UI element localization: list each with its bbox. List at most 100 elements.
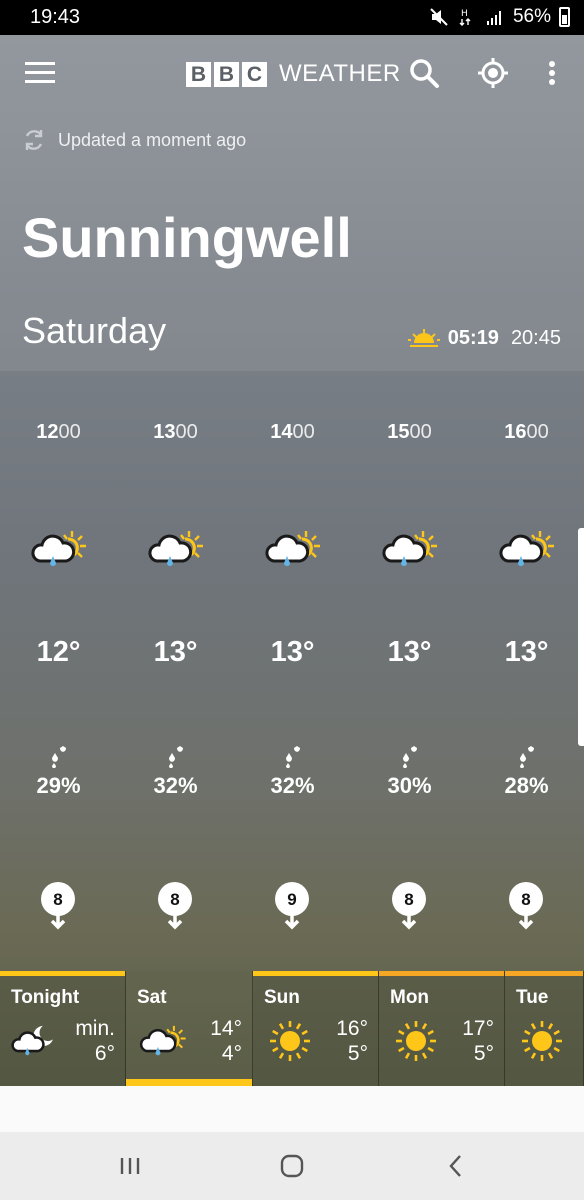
day-high: 14°: [210, 1017, 242, 1040]
day-name: Tonight: [11, 987, 80, 1008]
logo-word: WEATHER: [279, 60, 401, 87]
rain-chance: 30%: [387, 773, 432, 798]
app-bar: B B C WEATHER: [0, 35, 584, 115]
sunset-time: 20:45: [510, 327, 561, 349]
search-icon[interactable]: [406, 55, 442, 91]
content-below: [0, 1086, 584, 1132]
wind-speed: 8: [521, 890, 530, 909]
system-nav-bar: [0, 1132, 584, 1200]
battery-percent: 56%: [512, 6, 551, 27]
day-card-bar: [253, 971, 378, 976]
light-rain-sunny-intervals-icon: [265, 531, 320, 566]
hour-time: 1300: [153, 421, 198, 443]
day-card[interactable]: Sat 14° 4°: [126, 971, 253, 1086]
status-icons: H 56%: [429, 6, 570, 28]
more-options-icon[interactable]: [534, 55, 570, 91]
recent-apps-icon[interactable]: [114, 1152, 146, 1180]
selected-indicator: [126, 1079, 252, 1086]
day-name: Sun: [264, 987, 300, 1008]
wind-speed: 8: [404, 890, 413, 909]
logo-letter: C: [242, 61, 267, 87]
status-time: 19:43: [30, 6, 81, 28]
updated-status: Updated a moment ago: [22, 128, 246, 152]
sunrise-icon: [407, 328, 440, 347]
selected-day: Saturday: [22, 310, 167, 351]
hour-temperature: 12°: [36, 636, 81, 668]
day-low: 5°: [473, 1042, 494, 1065]
day-high: min.: [75, 1017, 115, 1040]
back-icon[interactable]: [440, 1152, 472, 1180]
status-bar: 19:43 H 56%: [0, 0, 584, 35]
hour-time: 1600: [504, 421, 549, 443]
wind-speed-icon: 8: [509, 882, 543, 930]
hour-column[interactable]: 1500 13° 30% 8: [351, 371, 468, 971]
day-low: 4°: [221, 1042, 242, 1065]
rain-chance: 28%: [504, 773, 549, 798]
my-location-icon[interactable]: [475, 55, 511, 91]
hour-temperature: 13°: [504, 636, 549, 668]
day-card-bar: [505, 971, 583, 976]
logo-letter: B: [214, 61, 239, 87]
day-card-bar: [0, 971, 125, 976]
hour-time: 1500: [387, 421, 432, 443]
location-title: Sunningwell: [22, 206, 352, 269]
bbc-weather-logo: B B C WEATHER: [186, 60, 401, 88]
logo-letter: B: [186, 61, 211, 87]
day-card[interactable]: Sun 16° 5°: [253, 971, 379, 1086]
wind-speed-icon: 8: [158, 882, 192, 930]
rain-chance-icon: [286, 746, 300, 768]
sun-times: 05:19 20:45: [407, 327, 561, 350]
data-icon: H: [459, 9, 471, 26]
battery-icon: [559, 7, 570, 27]
svg-text:H: H: [461, 9, 468, 19]
updated-text: Updated a moment ago: [58, 129, 247, 150]
hour-column[interactable]: 1600 13° 28% 8: [468, 371, 584, 971]
sun-icon: [270, 1021, 310, 1061]
hour-column[interactable]: 1400 13° 32% 9: [234, 371, 351, 971]
hour-column[interactable]: 1300 13° 32% 8: [117, 371, 234, 971]
rain-chance-icon: [52, 746, 66, 768]
signal-icon: [486, 11, 501, 25]
day-card[interactable]: Tonight min. 6°: [0, 971, 126, 1086]
hourly-forecast: 1200 12° 29% 8 1300 13° 32% 8 1400 13° 32% 9 1500 13°…: [0, 371, 584, 971]
hour-temperature: 13°: [387, 636, 432, 668]
light-rain-sunny-intervals-icon: [148, 531, 203, 566]
day-low: 6°: [94, 1042, 115, 1065]
wind-speed: 8: [53, 890, 62, 909]
sun-icon: [522, 1021, 562, 1061]
daily-forecast: Tonight min. 6° Sat 14° 4° Sun 16° 5° Mon 17° 5° Tue: [0, 971, 584, 1086]
light-rain-moon-icon: [11, 1025, 53, 1056]
day-card[interactable]: Tue: [505, 971, 584, 1086]
sunrise-time: 05:19: [447, 327, 499, 349]
day-high: 17°: [462, 1017, 494, 1040]
hour-time: 1200: [36, 421, 81, 443]
wind-speed: 8: [170, 890, 179, 909]
sun-icon: [396, 1021, 436, 1061]
light-rain-sunny-intervals-icon: [382, 531, 437, 566]
home-icon[interactable]: [276, 1152, 308, 1180]
hour-column[interactable]: 1200 12° 29% 8: [0, 371, 117, 971]
rain-chance-icon: [403, 746, 417, 768]
scroll-handle[interactable]: [578, 528, 584, 746]
hour-time: 1400: [270, 421, 315, 443]
rain-chance: 32%: [270, 773, 315, 798]
light-rain-sunny-intervals-icon: [139, 1025, 186, 1056]
menu-button[interactable]: [25, 62, 55, 86]
light-rain-sunny-intervals-icon: [31, 531, 86, 566]
mute-icon: [430, 8, 448, 26]
wind-speed-icon: 8: [392, 882, 426, 930]
day-name: Tue: [516, 987, 549, 1008]
day-high: 16°: [336, 1017, 368, 1040]
day-card[interactable]: Mon 17° 5°: [379, 971, 505, 1086]
day-name: Sat: [137, 987, 167, 1008]
rain-chance: 29%: [36, 773, 81, 798]
hour-temperature: 13°: [153, 636, 198, 668]
rain-chance-icon: [520, 746, 534, 768]
refresh-icon[interactable]: [22, 128, 46, 152]
day-card-bar: [379, 971, 504, 976]
day-name: Mon: [390, 987, 430, 1008]
light-rain-sunny-intervals-icon: [499, 531, 554, 566]
wind-speed: 9: [287, 890, 296, 909]
rain-chance-icon: [169, 746, 183, 768]
day-low: 5°: [347, 1042, 368, 1065]
